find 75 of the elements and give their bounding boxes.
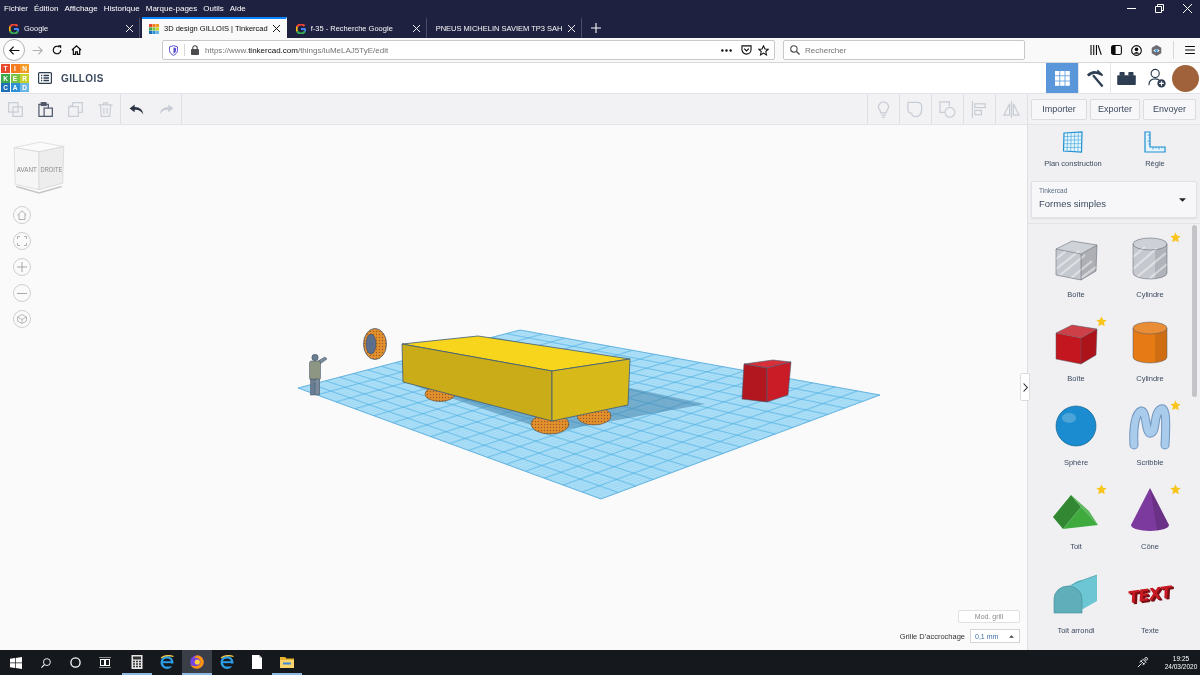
windows-icon[interactable] bbox=[10, 656, 22, 669]
close-icon[interactable] bbox=[272, 25, 280, 32]
home-icon bbox=[17, 210, 27, 220]
circle-icon[interactable] bbox=[69, 657, 81, 668]
e-browser-icon bbox=[220, 654, 234, 669]
search-icon bbox=[790, 45, 800, 55]
address-field[interactable]: https://www.tinkercad.com/things/luMeLAJ5TyE/edit bbox=[162, 40, 775, 60]
star-outline-icon[interactable] bbox=[758, 44, 769, 56]
calculator-icon bbox=[130, 654, 144, 669]
star-icon bbox=[1096, 316, 1107, 327]
eye-extension-icon[interactable] bbox=[1151, 44, 1162, 56]
brick-icon bbox=[1117, 71, 1136, 85]
grid-icon bbox=[1055, 70, 1070, 86]
scrollbar-thumb[interactable] bbox=[1192, 225, 1197, 397]
favicon-icon bbox=[295, 23, 306, 34]
menu-item[interactable]: Outils bbox=[200, 2, 227, 15]
menu-item[interactable]: Historique bbox=[100, 2, 143, 15]
fox-browser-icon bbox=[190, 654, 204, 669]
shield-icon[interactable] bbox=[169, 44, 178, 56]
import-button[interactable]: Importer bbox=[1031, 98, 1087, 120]
document-icon bbox=[250, 654, 264, 669]
project-title[interactable]: GILLOIS bbox=[61, 72, 104, 84]
back-arrow-icon bbox=[8, 45, 20, 55]
figurine-model[interactable] bbox=[309, 354, 328, 396]
star-icon bbox=[1170, 400, 1181, 411]
star-icon bbox=[1170, 232, 1181, 243]
home-icon[interactable] bbox=[71, 45, 82, 55]
send-button[interactable]: Envoyer bbox=[1143, 98, 1196, 120]
avatar[interactable] bbox=[1172, 64, 1199, 92]
search-field[interactable]: Rechercher bbox=[783, 40, 1025, 60]
paste-icon[interactable] bbox=[37, 101, 53, 117]
undo-icon[interactable] bbox=[128, 103, 144, 115]
box-on-wheels-model[interactable] bbox=[401, 335, 705, 435]
caret-down-icon bbox=[1179, 198, 1186, 202]
network-icon[interactable] bbox=[1137, 657, 1148, 668]
ruler-icon bbox=[1144, 131, 1166, 153]
add-user-icon[interactable] bbox=[1148, 68, 1166, 88]
pickaxe-icon bbox=[1085, 68, 1104, 88]
menu-item[interactable]: Fichier bbox=[1, 2, 31, 15]
star-icon bbox=[1170, 484, 1181, 495]
menu-item[interactable]: Affichage bbox=[61, 2, 101, 15]
account-icon[interactable] bbox=[1131, 44, 1142, 56]
favicon-icon bbox=[9, 23, 19, 34]
library-icon[interactable] bbox=[1090, 45, 1102, 55]
menu-item[interactable]: Marque-pages bbox=[142, 2, 201, 15]
workplane-grid-icon bbox=[1062, 131, 1084, 153]
chevron-right-icon bbox=[1022, 382, 1028, 392]
grid-favicon-icon bbox=[149, 23, 159, 34]
more-dots-icon[interactable] bbox=[721, 48, 732, 52]
search-icon[interactable] bbox=[41, 657, 51, 668]
list-icon[interactable] bbox=[38, 72, 52, 84]
fit-view-icon bbox=[17, 236, 27, 246]
new-tab-icon[interactable] bbox=[590, 22, 601, 33]
lock-icon[interactable] bbox=[191, 45, 199, 55]
task-view-icon[interactable] bbox=[99, 657, 111, 668]
restore-icon[interactable] bbox=[1155, 4, 1164, 13]
tire-model[interactable] bbox=[363, 328, 387, 360]
collapse-panel-button[interactable] bbox=[1020, 373, 1030, 401]
e-browser-icon bbox=[160, 654, 174, 669]
star-icon bbox=[1096, 484, 1107, 495]
caret-up-icon bbox=[1009, 634, 1014, 638]
menu-item[interactable]: Aide bbox=[226, 2, 249, 15]
back-button[interactable] bbox=[3, 39, 25, 61]
cube-model[interactable] bbox=[741, 359, 792, 403]
3d-text-preview: TEXT bbox=[1126, 580, 1174, 609]
minus-icon bbox=[17, 292, 27, 294]
reload-icon[interactable] bbox=[52, 45, 62, 55]
menu-icon[interactable] bbox=[1185, 46, 1195, 54]
sidebar-icon[interactable] bbox=[1111, 45, 1122, 55]
plus-icon bbox=[17, 262, 27, 272]
folder-icon bbox=[280, 654, 294, 669]
export-button[interactable]: Exporter bbox=[1090, 98, 1140, 120]
pocket-icon[interactable] bbox=[741, 45, 752, 55]
cube-outline-icon bbox=[17, 314, 27, 324]
menu-item[interactable]: Édition bbox=[31, 2, 62, 15]
